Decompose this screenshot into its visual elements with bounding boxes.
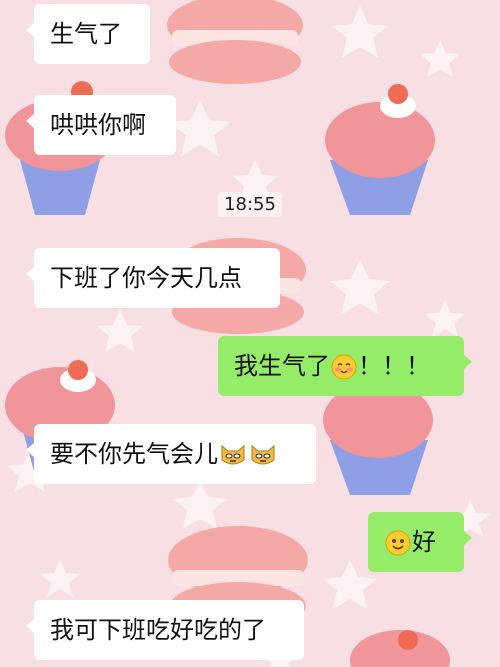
- smile-face-icon: [385, 530, 411, 556]
- message-text: 好: [412, 528, 436, 556]
- message-text: 我可下班吃好吃的了: [50, 616, 266, 644]
- message-bubble-outgoing[interactable]: 好: [368, 512, 472, 572]
- wallpaper-macaron: [167, 0, 303, 84]
- message-bubble-outgoing[interactable]: 我生气了 ！！！: [218, 336, 472, 396]
- cat-face-icon: [221, 444, 245, 465]
- message-bubble-incoming[interactable]: 要不你先气会儿: [26, 424, 316, 484]
- blush-face-icon: [331, 354, 357, 380]
- message-text: 哄哄你啊: [50, 111, 146, 139]
- message-bubble-incoming[interactable]: 生气了: [26, 4, 150, 64]
- message-bubble-incoming[interactable]: 哄哄你啊: [26, 95, 176, 155]
- timestamp: 18:55: [0, 192, 500, 217]
- message-text: 要不你先气会儿: [50, 440, 218, 468]
- message-text: 生气了: [50, 20, 122, 48]
- timestamp-text: 18:55: [218, 192, 282, 217]
- message-text: 下班了你今天几点: [50, 264, 242, 292]
- message-text: ！！！: [358, 352, 430, 380]
- message-bubble-incoming[interactable]: 下班了你今天几点: [26, 248, 280, 308]
- cat-face-icon: [251, 444, 275, 465]
- message-text: 我生气了: [234, 352, 330, 380]
- message-bubble-incoming[interactable]: 我可下班吃好吃的了: [26, 600, 304, 660]
